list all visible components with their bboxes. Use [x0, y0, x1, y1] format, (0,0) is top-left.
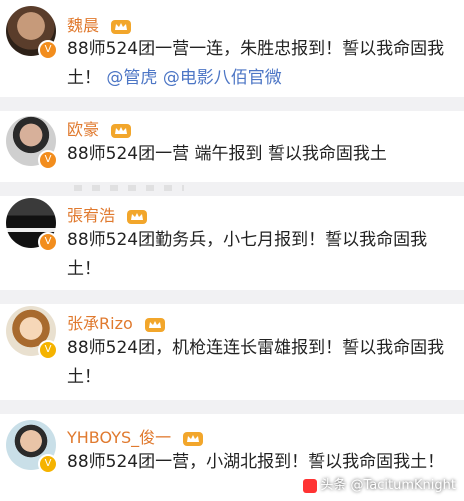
verified-badge-icon: V — [38, 150, 58, 170]
user-name[interactable]: 魏晨 — [67, 12, 132, 36]
weibo-post: V 魏晨 88师524团一营一连，朱胜忠报到！誓以我命固我土！ @管虎 @电影八… — [0, 0, 464, 100]
verified-badge-icon: V — [38, 40, 58, 60]
post-content: 88师524团一营一连，朱胜忠报到！誓以我命固我土！ @管虎 @电影八佰官微 — [67, 39, 445, 88]
user-name[interactable]: 張宥浩 — [67, 202, 148, 226]
watermark: 头条 @TacitumKnight — [303, 474, 456, 493]
post-content: 88师524团，机枪连连长雷雄报到！誓以我命固我土！ — [67, 338, 445, 387]
member-crown-icon — [111, 123, 132, 138]
weibo-post: V 张承Rizo 88师524团，机枪连连长雷雄报到！誓以我命固我土！ — [0, 302, 464, 402]
post-content: 88师524团一营，小湖北报到！誓以我命固我土！ — [67, 452, 445, 472]
member-crown-icon — [183, 431, 204, 446]
mention-link[interactable]: @管虎 — [106, 68, 157, 88]
weibo-post: V 欧豪 88师524团一营 端午报到 誓以我命固我土 — [0, 108, 464, 188]
toutiao-logo-icon — [303, 478, 318, 493]
mention-link[interactable]: @电影八佰官微 — [163, 68, 282, 88]
user-name[interactable]: 欧豪 — [67, 116, 132, 140]
user-name[interactable]: 张承Rizo — [67, 310, 166, 334]
member-crown-icon — [144, 317, 165, 332]
user-name[interactable]: YHBOYS_俊一 — [67, 424, 204, 448]
verified-badge-icon: V — [38, 232, 58, 252]
member-crown-icon — [111, 19, 132, 34]
post-separator — [0, 400, 464, 414]
verified-badge-icon: V — [38, 340, 58, 360]
post-content: 88师524团一营 端午报到 誓以我命固我土 — [67, 144, 387, 164]
member-crown-icon — [127, 209, 148, 224]
weibo-post: V 張宥浩 88师524团勤务兵，小七月报到！誓以我命固我土！ — [0, 194, 464, 292]
verified-badge-icon: V — [38, 454, 58, 474]
faded-text — [74, 185, 184, 191]
post-content: 88师524团勤务兵，小七月报到！誓以我命固我土！ — [67, 230, 428, 279]
